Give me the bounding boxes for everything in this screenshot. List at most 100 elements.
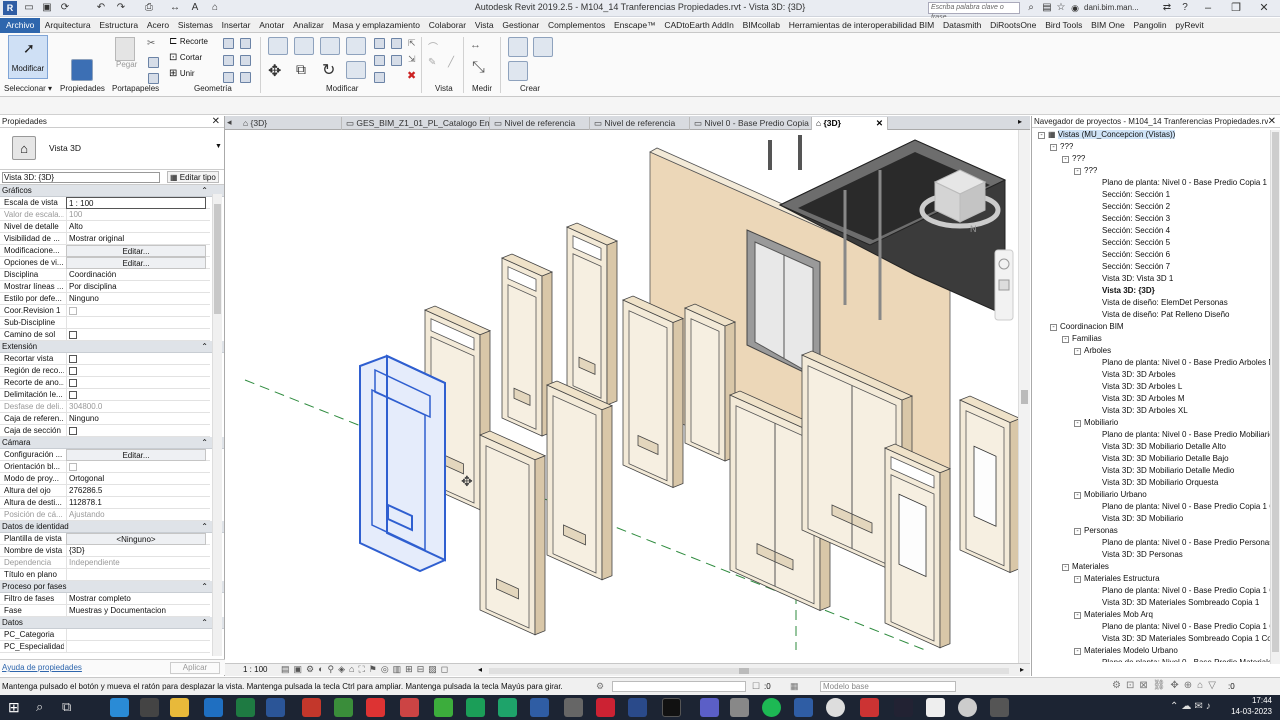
modify-button[interactable]: ➚ Modificar <box>8 35 48 79</box>
browser-view-item[interactable]: Vista 3D: 3D Materiales Sombreado Copia … <box>1102 633 1276 645</box>
door-element[interactable] <box>621 295 685 489</box>
align-icon[interactable] <box>268 37 288 55</box>
selected-door[interactable] <box>359 354 446 604</box>
property-value[interactable] <box>66 461 206 473</box>
tag-icon[interactable]: A <box>188 1 202 15</box>
browser-group[interactable]: - Materiales Mob Arq <box>1074 609 1153 621</box>
offset-icon[interactable] <box>294 37 314 55</box>
minimize-button[interactable]: – <box>1194 0 1222 17</box>
panel-label-select[interactable]: Seleccionar ▾ <box>4 84 52 93</box>
browser-view-item[interactable]: Vista 3D: 3D Mobiliario Detalle Bajo <box>1102 453 1229 465</box>
browser-view-item[interactable]: Vista 3D: Vista 3D 1 <box>1102 273 1173 285</box>
windows-start-icon[interactable]: ⊞ <box>8 699 20 716</box>
property-value[interactable]: Coordinación <box>66 269 206 281</box>
property-value[interactable] <box>66 305 206 317</box>
split-gap-icon[interactable] <box>391 38 402 49</box>
property-value[interactable]: Mostrar original <box>66 233 206 245</box>
paste-icon[interactable] <box>115 37 135 61</box>
green-app-icon[interactable] <box>434 698 453 717</box>
3d-view-icon[interactable]: ⌂ <box>208 1 222 15</box>
door-element[interactable] <box>545 380 614 581</box>
browser-view-item[interactable]: Vista 3D: 3D Arboles <box>1102 369 1176 381</box>
print-icon[interactable]: ⎙ <box>142 1 156 15</box>
excel-icon[interactable] <box>236 698 255 717</box>
trim-extend-icon[interactable]: ⇲ <box>408 54 416 65</box>
collapse-toggle-icon[interactable]: - <box>1074 348 1081 355</box>
property-checkbox[interactable] <box>69 391 77 400</box>
app-gray-2-icon[interactable] <box>730 698 749 717</box>
ribbon-tab-15[interactable]: BIMcollab <box>738 18 784 33</box>
browser-view-item[interactable]: Plano de planta: Nivel 0 - Base Predio C… <box>1102 585 1275 597</box>
collapse-icon[interactable]: ⌃ <box>201 617 208 629</box>
collapse-icon[interactable]: ⌃ <box>201 521 208 533</box>
browser-view-item[interactable]: Plano de planta: Nivel 0 - Base Predio C… <box>1102 501 1275 513</box>
chrome-icon[interactable] <box>334 698 353 717</box>
3d-model-view[interactable]: N ✥ <box>225 130 1030 663</box>
whatsapp-icon[interactable] <box>466 698 485 717</box>
browser-app-icon[interactable] <box>110 698 129 717</box>
property-value[interactable]: Alto <box>66 221 206 233</box>
create-group-icon[interactable] <box>508 61 528 81</box>
properties-icon[interactable] <box>71 59 93 81</box>
browser-view-item[interactable]: Sección: Sección 4 <box>1102 225 1170 237</box>
cut-icon[interactable]: ✂ <box>147 38 155 49</box>
property-value[interactable]: 1 : 100 <box>66 197 206 209</box>
properties-section[interactable]: Cámara ⌃ <box>0 437 224 449</box>
task-view-icon[interactable]: ⧉ <box>62 699 71 715</box>
join-button[interactable]: ⊞ Unir <box>169 68 195 79</box>
browser-scrollbar[interactable] <box>1270 130 1280 664</box>
app-gray-3-icon[interactable] <box>990 698 1009 717</box>
maximize-button[interactable]: ❐ <box>1222 0 1250 17</box>
geom-tool-3-icon[interactable] <box>223 55 234 66</box>
property-value[interactable] <box>66 629 206 641</box>
override-icon[interactable]: ✎ <box>428 57 436 68</box>
browser-view-item[interactable]: Vista 3D: 3D Arboles L <box>1102 381 1182 393</box>
collapse-toggle-icon[interactable]: - <box>1074 168 1081 175</box>
app-dark-icon[interactable] <box>894 698 913 717</box>
revit-logo-icon[interactable]: R <box>3 1 17 15</box>
star-icon[interactable]: ☆ <box>1054 1 1068 15</box>
close-button[interactable]: ✕ <box>1250 0 1278 17</box>
ribbon-tab-12[interactable]: Complementos <box>544 18 610 33</box>
trim-icon[interactable] <box>346 61 366 79</box>
mirror-draw-icon[interactable] <box>346 37 366 55</box>
browser-view-item[interactable]: Sección: Sección 1 <box>1102 189 1170 201</box>
collapse-icon[interactable]: ⌃ <box>201 437 208 449</box>
epic-games-icon[interactable] <box>662 698 681 717</box>
copy-icon[interactable] <box>148 57 159 68</box>
teams-icon[interactable] <box>700 698 719 717</box>
browser-view-item[interactable]: Plano de planta: Nivel 0 - Base Predio A… <box>1102 357 1275 369</box>
browser-view-item[interactable]: Plano de planta: Nivel 0 - Base Predio M… <box>1102 429 1274 441</box>
delete-icon[interactable]: ✖ <box>407 69 416 82</box>
scale-icon[interactable] <box>391 55 402 66</box>
sync-icon[interactable]: ⟳ <box>58 1 72 15</box>
open-icon[interactable]: ▭ <box>22 1 36 15</box>
ribbon-tab-8[interactable]: Masa y emplazamiento <box>328 18 424 33</box>
tabs-overflow-icon[interactable]: ▸ <box>1018 117 1022 126</box>
ribbon-tab-18[interactable]: DiRootsOne <box>986 18 1041 33</box>
view-tab[interactable]: ▭ Nivel de referencia <box>590 117 690 130</box>
browser-view-item[interactable]: Sección: Sección 7 <box>1102 261 1170 273</box>
property-value[interactable]: 112878.1 <box>66 497 206 509</box>
ribbon-tab-9[interactable]: Colaborar <box>424 18 470 33</box>
app-red-2-icon[interactable] <box>860 698 879 717</box>
ribbon-tab-2[interactable]: Estructura <box>95 18 143 33</box>
paint-icon[interactable] <box>240 72 251 83</box>
word-icon[interactable] <box>266 698 285 717</box>
move-icon[interactable]: ✥ <box>268 61 281 81</box>
property-value[interactable]: 276286.5 <box>66 485 206 497</box>
property-value[interactable]: Por disciplina <box>66 281 206 293</box>
property-checkbox[interactable] <box>69 427 77 436</box>
outlook-icon[interactable] <box>204 698 223 717</box>
app-circle-icon[interactable] <box>826 698 845 717</box>
property-value[interactable]: {3D} <box>66 545 206 557</box>
browser-group[interactable]: - ▦ Vistas (MU_Concepcion (Vistas)) <box>1038 129 1176 141</box>
property-value[interactable]: Editar... <box>66 257 206 269</box>
properties-section[interactable]: Extensión ⌃ <box>0 341 224 353</box>
close-tab-icon[interactable]: ✕ <box>876 117 883 130</box>
browser-view-item[interactable]: Plano de planta: Nivel 0 - Base Predio M… <box>1102 657 1272 662</box>
worksets-icon[interactable]: ⚙ <box>596 681 604 692</box>
measure-distance-icon[interactable]: ↔ <box>470 39 481 51</box>
help-button[interactable]: ? <box>1178 1 1192 15</box>
browser-view-item[interactable]: Vista 3D: 3D Mobiliario Detalle Medio <box>1102 465 1234 477</box>
